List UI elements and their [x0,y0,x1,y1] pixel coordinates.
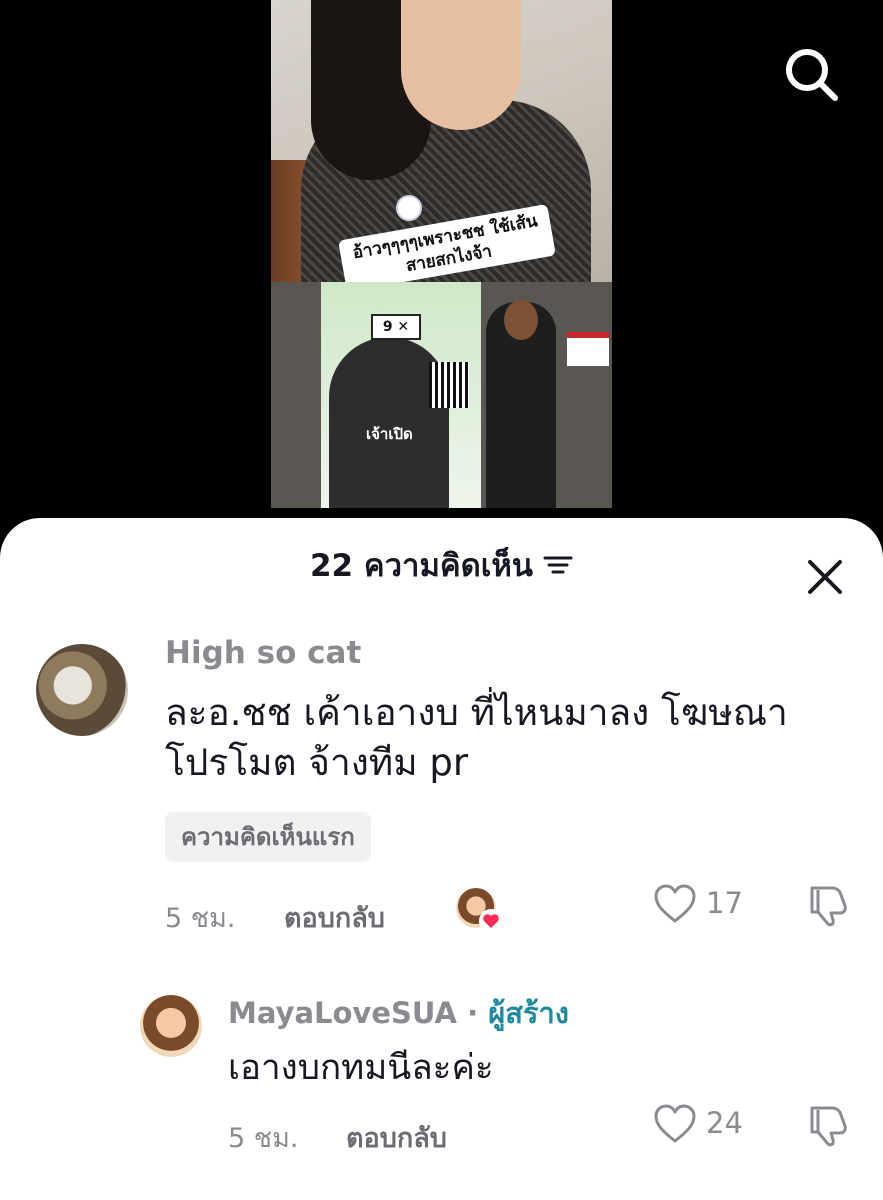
filter-icon[interactable] [543,552,573,578]
wall-sign [567,332,609,366]
close-icon[interactable] [804,556,846,598]
video-top-scene: อ้าวๆๆๆๆเพราะชช ใช้เส้นสายสกไงจ้า [271,0,612,293]
video-frame[interactable]: อ้าวๆๆๆๆเพราะชช ใช้เส้นสายสกไงจ้า 9 ✕ เจ… [271,0,612,508]
comments-sheet [0,518,883,1200]
comment-time: 5 ชม. [165,903,236,934]
first-comment-badge: ความคิดเห็นแรก [165,812,371,862]
creator-liked-indicator [456,888,503,933]
comment-count-title: 22 ความคิดเห็น [309,548,533,584]
video-player[interactable]: อ้าวๆๆๆๆเพราะชช ใช้เส้นสายสกไงจ้า 9 ✕ เจ… [0,0,883,540]
comment-text: ละอ.ชช เค้าเอางบ ที่ไหนมาลง โฆษณา โปรโมต… [165,691,788,784]
comment-username[interactable]: MayaLoveSUA [228,996,457,1030]
comment-time: 5 ชม. [228,1123,299,1154]
thumbs-down-icon[interactable] [804,882,850,928]
reply-button[interactable]: ตอบกลับ [284,896,385,939]
comment-username-row: MayaLoveSUA · ผู้สร้าง [228,990,569,1036]
qr-code [429,362,469,408]
avatar[interactable] [140,995,202,1057]
separator-dot: · [467,996,479,1030]
heart-outline-icon[interactable] [653,1104,697,1144]
poster-label: เจ้าเปิด [366,425,413,443]
comment-text: เอางบกทมนีละค่ะ [228,1048,494,1088]
like-count: 24 [706,1106,743,1140]
creator-label: ผู้สร้าง [488,996,569,1030]
like-count: 17 [706,886,743,920]
comments-header: 22 ความคิดเห็น [0,540,883,590]
avatar[interactable] [36,644,128,736]
search-icon[interactable] [781,44,841,104]
comment-username[interactable]: High so cat [165,635,361,671]
video-bottom-scene: 9 ✕ เจ้าเปิด [271,282,612,508]
thumbs-down-icon[interactable] [804,1102,850,1148]
reply-button[interactable]: ตอบกลับ [346,1116,447,1159]
poster-number: 9 ✕ [371,314,421,340]
heart-outline-icon[interactable] [653,884,697,924]
badge-pin [396,195,422,221]
heart-badge-icon [479,909,503,933]
